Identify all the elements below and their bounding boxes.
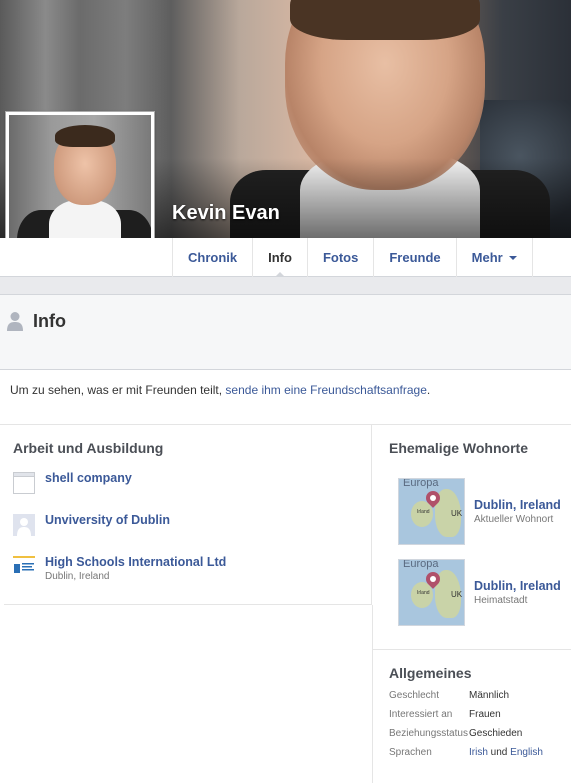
tab-fotos[interactable]: Fotos bbox=[308, 238, 375, 277]
divider bbox=[373, 649, 571, 650]
company-page-icon bbox=[13, 472, 35, 494]
fact-connector: und bbox=[487, 747, 511, 758]
tab-info[interactable]: Info bbox=[253, 238, 308, 278]
map-thumbnail[interactable]: Europa Irland UK bbox=[398, 559, 465, 626]
place-item[interactable]: Europa Irland UK Dublin, Ireland Heimats… bbox=[398, 559, 561, 626]
section-title: Arbeit und Ausbildung bbox=[13, 440, 164, 456]
section-gap bbox=[0, 277, 571, 294]
language-link[interactable]: Irish bbox=[469, 747, 488, 758]
fact-row: Sprachen Irish und English bbox=[389, 747, 569, 758]
tab-label: Fotos bbox=[322, 250, 359, 265]
education-name[interactable]: High Schools International Ltd bbox=[45, 555, 226, 569]
map-label: UK bbox=[451, 509, 463, 518]
profile-nav: Chronik Info Fotos Freunde Mehr bbox=[0, 238, 571, 278]
friend-request-notice: Um zu sehen, was er mit Freunden teilt, … bbox=[10, 383, 430, 397]
profile-name[interactable]: Kevin Evan bbox=[172, 202, 280, 225]
notice-text: Um zu sehen, was er mit Freunden teilt, bbox=[10, 383, 226, 397]
avatar bbox=[9, 115, 151, 257]
place-type: Heimatstadt bbox=[474, 595, 528, 606]
work-education-section: Arbeit und Ausbildung shell company Unvi… bbox=[4, 425, 372, 605]
education-item[interactable]: Unviversity of Dublin bbox=[13, 513, 170, 536]
education-item[interactable]: High Schools International Ltd Dublin, I… bbox=[13, 555, 226, 582]
fact-label: Geschlecht bbox=[389, 690, 440, 701]
tab-label: Freunde bbox=[389, 250, 441, 265]
work-item[interactable]: shell company bbox=[13, 471, 132, 494]
map-label: UK bbox=[451, 590, 463, 599]
place-type: Aktueller Wohnort bbox=[474, 514, 554, 525]
fact-row: Beziehungsstatus Geschieden bbox=[389, 728, 569, 739]
language-link[interactable]: English bbox=[510, 747, 543, 758]
fact-row: Interessiert an Frauen bbox=[389, 709, 569, 720]
tab-mehr[interactable]: Mehr bbox=[457, 238, 533, 277]
chevron-down-icon bbox=[508, 256, 517, 264]
work-name[interactable]: shell company bbox=[45, 471, 132, 485]
education-name[interactable]: Unviversity of Dublin bbox=[45, 513, 170, 527]
tab-label: Chronik bbox=[188, 250, 238, 265]
tab-label: Info bbox=[268, 250, 292, 265]
avatar-hair bbox=[55, 125, 115, 147]
fact-label: Interessiert an bbox=[389, 709, 453, 720]
fact-value: Geschieden bbox=[469, 728, 523, 739]
school-avatar-icon bbox=[13, 514, 35, 536]
fact-value: Männlich bbox=[469, 690, 510, 701]
page-title: Info bbox=[33, 311, 66, 331]
tab-label: Mehr bbox=[471, 250, 503, 265]
general-info-list: Geschlecht Männlich Interessiert an Frau… bbox=[389, 690, 569, 766]
place-name[interactable]: Dublin, Ireland bbox=[474, 579, 561, 593]
cover-hair bbox=[290, 0, 480, 40]
map-label: Europa bbox=[403, 478, 439, 489]
notice-suffix: . bbox=[426, 383, 431, 397]
fact-label: Sprachen bbox=[389, 747, 432, 758]
tab-freunde[interactable]: Freunde bbox=[374, 238, 457, 277]
info-header: Info bbox=[0, 294, 571, 370]
fact-value: Irish und English bbox=[469, 747, 543, 758]
education-location: Dublin, Ireland bbox=[45, 571, 110, 582]
map-label: Irland bbox=[417, 509, 430, 515]
tab-chronik[interactable]: Chronik bbox=[173, 238, 254, 277]
map-thumbnail[interactable]: Europa Irland UK bbox=[398, 478, 465, 545]
place-name[interactable]: Dublin, Ireland bbox=[474, 498, 561, 512]
fact-row: Geschlecht Männlich bbox=[389, 690, 569, 701]
profile-tabs: Chronik Info Fotos Freunde Mehr bbox=[172, 238, 533, 278]
places-section: Ehemalige Wohnorte Europa Irland UK Dubl… bbox=[373, 425, 571, 783]
friend-request-link[interactable]: sende ihm eine Freundschaftsanfrage bbox=[225, 383, 426, 397]
map-label: Europa bbox=[403, 559, 439, 570]
section-title: Ehemalige Wohnorte bbox=[389, 440, 528, 456]
section-title: Allgemeines bbox=[389, 665, 472, 681]
fact-value: Frauen bbox=[469, 709, 501, 720]
place-item[interactable]: Europa Irland UK Dublin, Ireland Aktuell… bbox=[398, 478, 561, 545]
fact-label: Beziehungsstatus bbox=[389, 728, 468, 739]
school-logo-icon bbox=[13, 556, 35, 578]
user-icon bbox=[7, 312, 23, 331]
map-label: Irland bbox=[417, 590, 430, 596]
